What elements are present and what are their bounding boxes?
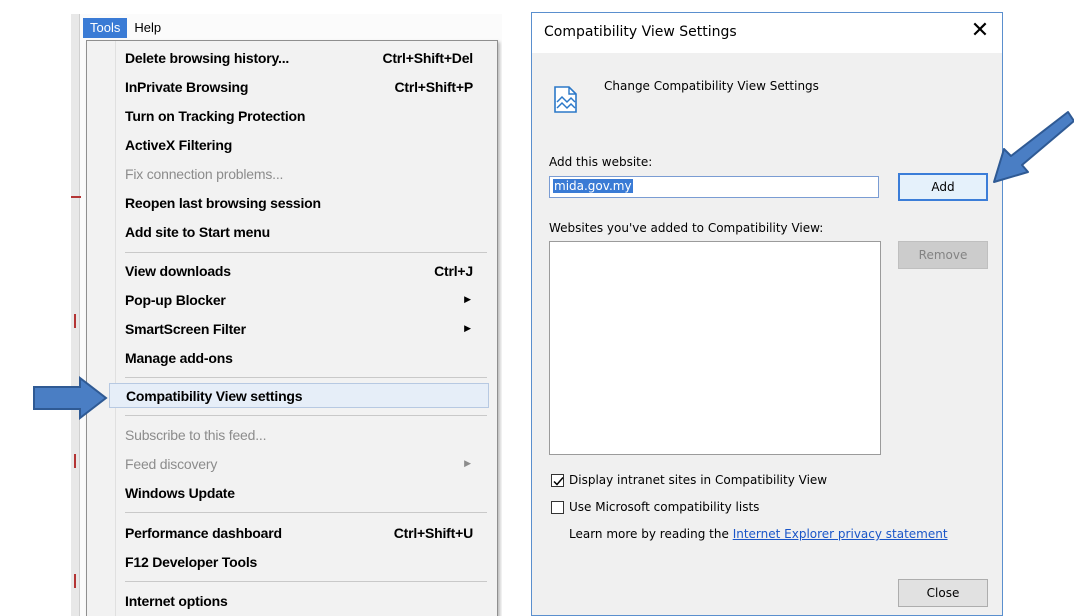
menu-item-popup-blocker[interactable]: Pop-up Blocker ▶ xyxy=(109,287,489,312)
menu-item-internet-options[interactable]: Internet options xyxy=(109,588,489,613)
menu-item-tracking-protection[interactable]: Turn on Tracking Protection xyxy=(109,103,489,128)
added-sites-list[interactable] xyxy=(549,241,881,455)
background-artifact xyxy=(71,196,81,198)
menu-item-label: Pop-up Blocker xyxy=(125,291,226,308)
remove-button: Remove xyxy=(898,241,988,269)
background-artifact xyxy=(74,454,76,468)
menu-item-f12-developer-tools[interactable]: F12 Developer Tools xyxy=(109,549,489,574)
add-site-label: Add this website: xyxy=(549,155,653,169)
menu-separator xyxy=(125,512,487,513)
chevron-right-icon: ▶ xyxy=(464,458,471,468)
menu-item-label: Delete browsing history... xyxy=(125,49,290,66)
ms-compat-lists-label: Use Microsoft compatibility lists xyxy=(569,500,760,514)
dialog-title: Compatibility View Settings xyxy=(544,24,737,40)
menu-item-windows-update[interactable]: Windows Update xyxy=(109,480,489,505)
menu-item-shortcut: Ctrl+J xyxy=(434,262,473,279)
menu-item-label: InPrivate Browsing xyxy=(125,78,249,95)
page-image-icon xyxy=(554,86,577,113)
menu-help[interactable]: Help xyxy=(127,18,168,38)
menu-item-inprivate-browsing[interactable]: InPrivate Browsing Ctrl+Shift+P xyxy=(109,74,489,99)
menu-item-manage-addons[interactable]: Manage add-ons xyxy=(109,345,489,370)
menu-item-view-downloads[interactable]: View downloads Ctrl+J xyxy=(109,258,489,283)
close-icon[interactable]: ✕ xyxy=(968,19,992,43)
menu-item-label: Feed discovery xyxy=(125,455,218,472)
menu-separator xyxy=(125,252,487,253)
chevron-right-icon: ▶ xyxy=(464,294,471,304)
ms-compat-lists-checkbox[interactable] xyxy=(551,501,564,514)
menu-item-label: Performance dashboard xyxy=(125,524,282,541)
add-website-value: mida.gov.my xyxy=(553,179,633,193)
tools-dropdown-menu: Delete browsing history... Ctrl+Shift+De… xyxy=(86,40,498,616)
ie-browser-window: Tools Help Delete browsing history... Ct… xyxy=(71,14,502,616)
close-button[interactable]: Close xyxy=(898,579,988,607)
menu-item-reopen-session[interactable]: Reopen last browsing session xyxy=(109,190,489,215)
menu-item-shortcut: Ctrl+Shift+U xyxy=(393,524,473,541)
menu-item-label: Fix connection problems... xyxy=(125,165,284,182)
menu-item-label: Internet options xyxy=(125,592,228,609)
menu-item-label: SmartScreen Filter xyxy=(125,320,246,337)
annotation-arrow-down-left-icon xyxy=(993,111,1074,183)
menu-item-shortcut: Ctrl+Shift+Del xyxy=(382,49,473,66)
background-artifact xyxy=(74,314,76,328)
learn-more-text: Learn more by reading the Internet Explo… xyxy=(569,527,948,541)
menu-item-compatibility-view-settings[interactable]: Compatibility View settings xyxy=(109,383,489,408)
chevron-right-icon: ▶ xyxy=(464,323,471,333)
menu-tools[interactable]: Tools xyxy=(83,18,128,38)
menu-item-shortcut: Ctrl+Shift+P xyxy=(394,78,473,95)
menu-item-label: ActiveX Filtering xyxy=(125,136,233,153)
menu-item-label: Compatibility View settings xyxy=(126,387,303,404)
menu-item-label: F12 Developer Tools xyxy=(125,553,258,570)
menu-item-fix-connection: Fix connection problems... xyxy=(109,161,489,186)
dialog-titlebar: Compatibility View Settings ✕ xyxy=(532,13,1002,53)
menu-item-performance-dashboard[interactable]: Performance dashboard Ctrl+Shift+U xyxy=(109,520,489,545)
background-artifact xyxy=(74,574,76,588)
menu-separator xyxy=(125,581,487,582)
checkmark-icon xyxy=(553,477,564,486)
menu-item-feed-discovery: Feed discovery ▶ xyxy=(109,451,489,476)
menu-item-activex-filtering[interactable]: ActiveX Filtering xyxy=(109,132,489,157)
menu-item-label: Manage add-ons xyxy=(125,349,233,366)
added-sites-label: Websites you've added to Compatibility V… xyxy=(549,221,824,235)
menu-separator xyxy=(125,415,487,416)
menu-item-add-to-start[interactable]: Add site to Start menu xyxy=(109,219,489,244)
dialog-heading: Change Compatibility View Settings xyxy=(604,79,819,93)
menu-item-delete-browsing-history[interactable]: Delete browsing history... Ctrl+Shift+De… xyxy=(109,45,489,70)
privacy-statement-link[interactable]: Internet Explorer privacy statement xyxy=(733,527,948,541)
learn-more-prefix: Learn more by reading the xyxy=(569,527,733,541)
menu-item-label: Turn on Tracking Protection xyxy=(125,107,306,124)
menu-item-label: Add site to Start menu xyxy=(125,223,270,240)
menu-item-label: Windows Update xyxy=(125,484,235,501)
menu-separator xyxy=(125,377,487,378)
menu-bar: Tools Help xyxy=(83,18,168,38)
compatibility-view-dialog: Compatibility View Settings ✕ Change Com… xyxy=(531,12,1003,616)
display-intranet-label: Display intranet sites in Compatibility … xyxy=(569,473,828,487)
menu-item-label: View downloads xyxy=(125,262,231,279)
add-website-input[interactable]: mida.gov.my xyxy=(549,176,879,198)
menu-item-smartscreen-filter[interactable]: SmartScreen Filter ▶ xyxy=(109,316,489,341)
add-button[interactable]: Add xyxy=(898,173,988,201)
menu-item-label: Subscribe to this feed... xyxy=(125,426,267,443)
menu-item-subscribe-feed: Subscribe to this feed... xyxy=(109,422,489,447)
display-intranet-checkbox[interactable] xyxy=(551,474,564,487)
annotation-arrow-right-icon xyxy=(33,376,108,420)
menu-item-label: Reopen last browsing session xyxy=(125,194,321,211)
